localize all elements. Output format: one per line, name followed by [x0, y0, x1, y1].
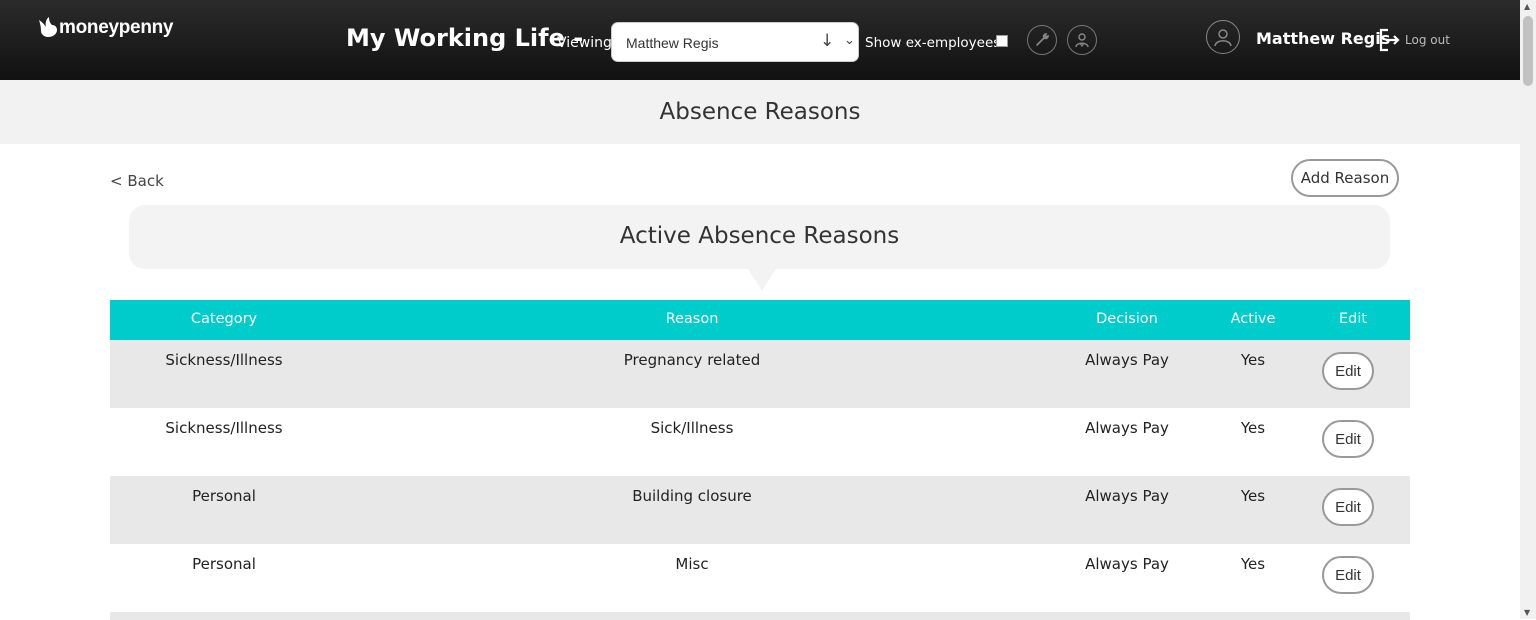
table-row: Sickness/Illness Sick/Illness Always Pay… — [110, 408, 1410, 476]
moneypenny-logo[interactable]: moneypenny — [38, 16, 174, 40]
cell-decision: Always Pay — [1085, 351, 1169, 369]
cell-decision: Always Pay — [1085, 487, 1169, 505]
bird-logo-icon — [39, 17, 57, 37]
edit-button[interactable]: Edit — [1322, 556, 1374, 594]
column-header-reason: Reason — [665, 311, 719, 327]
cell-category: Sickness/Illness — [165, 351, 283, 369]
logout-link[interactable]: Log out — [1405, 33, 1450, 47]
section-title: Active Absence Reasons — [619, 223, 900, 249]
scroll-down-arrow-icon[interactable]: ▼ — [1524, 608, 1530, 617]
show-ex-employees-label: Show ex-employees — [865, 35, 1001, 51]
back-link[interactable]: < Back — [110, 172, 164, 190]
column-header-category: Category — [190, 311, 258, 327]
viewing-label: Viewing — [557, 35, 612, 51]
logo-text: moneypenny — [59, 17, 174, 38]
user-badge-icon[interactable] — [1067, 25, 1097, 55]
cell-active: Yes — [1240, 419, 1266, 437]
page-title-bar: Absence Reasons — [0, 80, 1520, 144]
table-header: Category Reason Decision Active Edit — [110, 300, 1410, 340]
user-name[interactable]: Matthew Regis — [1256, 29, 1390, 48]
cell-active: Yes — [1240, 487, 1266, 505]
cell-reason: Misc — [675, 555, 709, 573]
column-header-edit: Edit — [1338, 311, 1368, 327]
column-header-decision: Decision — [1096, 311, 1158, 327]
edit-button[interactable]: Edit — [1322, 352, 1374, 390]
column-header-active: Active — [1230, 311, 1276, 327]
edit-button[interactable]: Edit — [1322, 488, 1374, 526]
absence-reasons-table: Category Reason Decision Active Edit Sic… — [110, 300, 1410, 620]
cell-reason: Pregnancy related — [623, 351, 761, 369]
show-ex-employees-checkbox[interactable] — [996, 35, 1008, 47]
user-avatar-icon[interactable] — [1206, 20, 1240, 54]
cell-category: Sickness/Illness — [165, 419, 283, 437]
add-reason-button[interactable]: Add Reason — [1291, 159, 1399, 197]
chevron-down-icon: ⌄ — [844, 33, 855, 48]
logout-icon[interactable] — [1378, 27, 1400, 53]
top-navbar: moneypenny My Working Life - Viewing Mat… — [0, 0, 1520, 80]
employee-select[interactable]: Matthew Regis ↓ ⌄ — [611, 22, 859, 62]
cell-active: Yes — [1240, 351, 1266, 369]
section-pointer — [748, 269, 776, 291]
cell-category: Personal — [192, 555, 256, 573]
table-row: Personal Building closure Always Pay Yes… — [110, 476, 1410, 544]
table-row: Personal Misc Always Pay Yes Edit — [110, 544, 1410, 612]
app-title: My Working Life - — [346, 24, 584, 52]
cell-reason: Building closure — [632, 487, 752, 505]
employee-select-value: Matthew Regis — [626, 35, 719, 51]
section-header: Active Absence Reasons — [129, 205, 1390, 269]
edit-button[interactable]: Edit — [1322, 420, 1374, 458]
wrench-icon[interactable] — [1027, 25, 1057, 55]
table-row: Sickness/Illness Pregnancy related Alway… — [110, 340, 1410, 408]
cell-decision: Always Pay — [1085, 555, 1169, 573]
page-scrollbar[interactable]: ▲ ▼ — [1520, 0, 1536, 619]
page-title: Absence Reasons — [659, 99, 861, 125]
scroll-thumb[interactable] — [1523, 16, 1533, 86]
cell-decision: Always Pay — [1085, 419, 1169, 437]
arrow-down-icon: ↓ — [820, 31, 835, 51]
scroll-up-arrow-icon[interactable]: ▲ — [1524, 2, 1530, 11]
cell-reason: Sick/Illness — [650, 419, 734, 437]
cell-category: Personal — [192, 487, 256, 505]
cell-active: Yes — [1240, 555, 1266, 573]
